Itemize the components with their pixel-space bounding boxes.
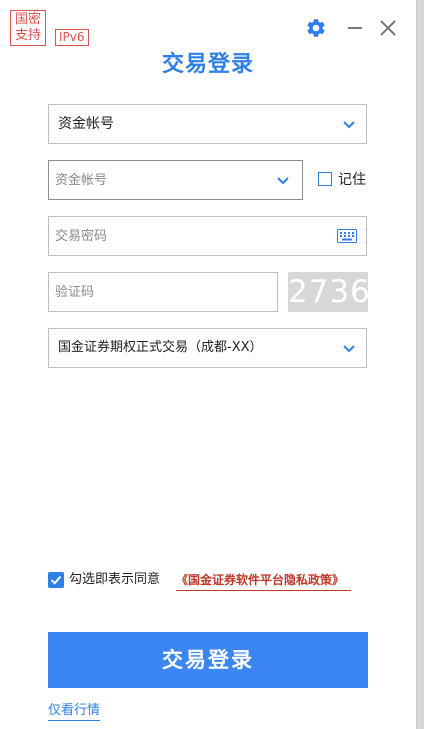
gear-icon[interactable] [305,17,327,39]
quote-only-link[interactable]: 仅看行情 [48,702,101,721]
keyboard-icon[interactable] [337,229,357,243]
server-select[interactable]: 国金证券期权正式交易（成都-XX） [48,328,367,368]
remember-label[interactable]: 记住 [338,170,366,190]
captcha-input[interactable] [55,279,269,305]
chevron-down-icon [343,345,355,353]
ipv6-badge: IPv6 [55,29,89,46]
page-title: 交易登录 [161,52,254,77]
remember-checkbox[interactable] [318,172,332,186]
account-type-value: 资金帐号 [58,116,114,132]
server-value: 国金证券期权正式交易（成都-XX） [58,340,263,355]
password-input[interactable] [55,223,325,249]
close-icon[interactable] [378,17,398,39]
chevron-down-icon[interactable] [276,176,290,186]
account-type-select[interactable]: 资金帐号 [48,104,367,144]
account-input[interactable] [55,167,265,193]
agreement-checkbox[interactable] [48,572,64,588]
login-button[interactable]: 交易登录 [48,632,368,688]
agreement-text: 勾选即表示同意 [69,572,161,587]
chevron-down-icon [343,121,355,129]
cert-badge-text: 国密 支持 [14,12,41,43]
cert-badge: 国密 支持 [10,10,46,46]
captcha-field [48,272,278,312]
account-combo [48,160,303,200]
minimize-icon[interactable] [345,17,365,39]
checkmark-icon [50,575,62,585]
login-window: 国密 支持 IPv6 交易登录 资金帐号 记住 [0,0,417,729]
password-field [48,216,367,256]
privacy-policy-link[interactable]: 《国金证券软件平台隐私政策》 [176,570,352,591]
captcha-image[interactable]: 2736 [288,272,370,312]
